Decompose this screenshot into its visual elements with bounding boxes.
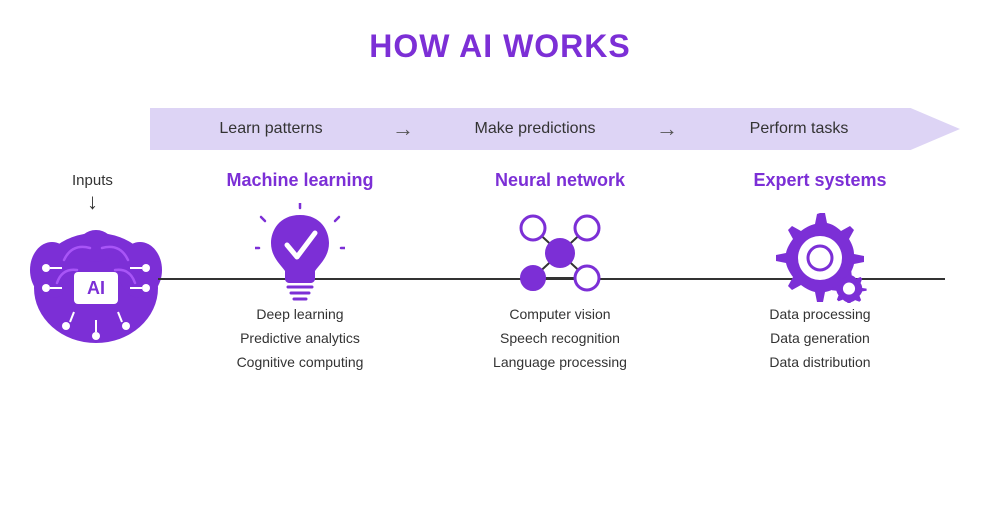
es-item-2: Data generation: [769, 327, 870, 351]
es-item-3: Data distribution: [769, 351, 870, 375]
arrow-label-1: Learn patterns: [150, 120, 392, 138]
nn-title: Neural network: [495, 170, 625, 191]
arrow-label-3: Perform tasks: [678, 120, 960, 138]
arrow-sep-1: →: [392, 116, 414, 142]
es-item-1: Data processing: [769, 303, 870, 327]
arrow-banner: Learn patterns → Make predictions → Perf…: [150, 100, 960, 158]
brain-container: AI: [22, 208, 170, 361]
lightbulb-icon: [255, 203, 345, 303]
gear-icon: [770, 203, 870, 303]
ml-item-1: Deep learning: [237, 303, 364, 327]
svg-text:AI: AI: [87, 278, 105, 298]
arrow-sep-2: →: [656, 116, 678, 142]
ml-component: Machine learning Deep learning Predictiv…: [190, 170, 410, 374]
ml-title: Machine learning: [226, 170, 373, 191]
nn-item-3: Language processing: [493, 351, 627, 375]
arrow-labels: Learn patterns → Make predictions → Perf…: [150, 100, 960, 158]
nn-item-1: Computer vision: [493, 303, 627, 327]
ml-item-2: Predictive analytics: [237, 327, 364, 351]
arrow-label-2: Make predictions: [414, 120, 656, 138]
es-component: Expert systems Data processing Data gene…: [710, 170, 930, 374]
page-title: HOW AI WORKS: [0, 0, 1000, 65]
nn-component: Neural network Computer vision Speech re…: [450, 170, 670, 374]
es-list: Data processing Data generation Data dis…: [769, 303, 870, 374]
ml-list: Deep learning Predictive analytics Cogni…: [237, 303, 364, 374]
neural-network-icon: [515, 203, 605, 303]
nn-list: Computer vision Speech recognition Langu…: [493, 303, 627, 374]
es-title: Expert systems: [753, 170, 886, 191]
inputs-label: Inputs: [72, 172, 113, 189]
ml-item-3: Cognitive computing: [237, 351, 364, 375]
brain-icon: AI: [22, 208, 170, 356]
nn-item-2: Speech recognition: [493, 327, 627, 351]
